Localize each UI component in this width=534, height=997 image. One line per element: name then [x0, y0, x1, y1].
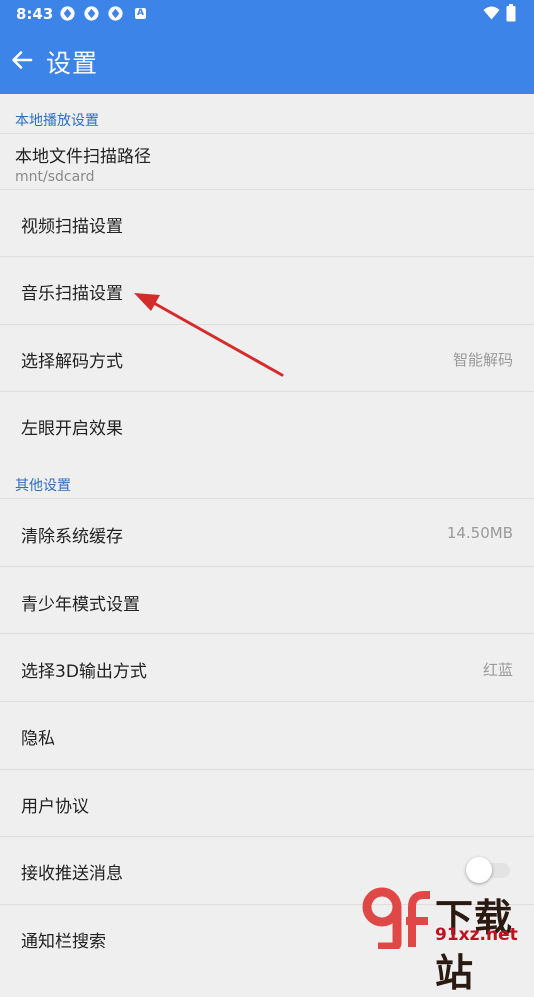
- page-title: 设置: [46, 49, 99, 78]
- list-item-label: 接收推送消息: [21, 864, 123, 884]
- 9f-logo-icon: [362, 887, 430, 949]
- status-bar: 8:43 A: [0, 0, 534, 27]
- notification-icon: [108, 6, 123, 21]
- list-item-label: 选择3D输出方式: [21, 662, 147, 682]
- watermark: 下载站 91xz.net: [362, 885, 534, 995]
- arrow-left-icon[interactable]: [9, 47, 35, 73]
- list-item-value: 智能解码: [452, 351, 513, 369]
- list-item-privacy[interactable]: 隐私: [0, 702, 534, 769]
- list-item-value: 红蓝: [482, 661, 513, 679]
- list-item-music-scan[interactable]: 音乐扫描设置: [0, 257, 534, 324]
- list-item-clear-cache[interactable]: 清除系统缓存 14.50MB: [0, 499, 534, 566]
- list-item-label: 隐私: [21, 729, 55, 749]
- list-item-label: 清除系统缓存: [21, 527, 123, 547]
- list-item-label: 用户协议: [21, 797, 89, 817]
- battery-icon: [506, 4, 516, 22]
- list-item-3d-output[interactable]: 选择3D输出方式 红蓝: [0, 634, 534, 701]
- list-item-decode-mode[interactable]: 选择解码方式 智能解码: [0, 325, 534, 391]
- list-item-label: 选择解码方式: [21, 352, 123, 372]
- divider: [0, 133, 534, 134]
- list-item-label: 本地文件扫描路径: [15, 147, 151, 167]
- list-item-user-agreement[interactable]: 用户协议: [0, 770, 534, 836]
- toggle-thumb: [466, 857, 492, 883]
- list-item-video-scan[interactable]: 视频扫描设置: [0, 190, 534, 256]
- list-item-label: 通知栏搜索: [21, 932, 106, 952]
- push-toggle[interactable]: [466, 857, 513, 883]
- notification-icon: [60, 6, 75, 21]
- list-item-left-eye[interactable]: 左眼开启效果: [0, 392, 534, 458]
- list-item-label: 视频扫描设置: [21, 217, 123, 237]
- a-icon: A: [135, 8, 146, 19]
- section-header-other: 其他设置: [15, 478, 71, 494]
- list-item-label: 青少年模式设置: [21, 595, 140, 615]
- list-item-teen-mode[interactable]: 青少年模式设置: [0, 567, 534, 633]
- list-item-label: 音乐扫描设置: [21, 284, 123, 304]
- list-item-subtitle: mnt/sdcard: [15, 169, 95, 185]
- status-time: 8:43: [16, 5, 54, 23]
- app-bar: 设置: [0, 27, 534, 94]
- wifi-icon: [483, 6, 500, 20]
- list-item-scan-path[interactable]: 本地文件扫描路径 mnt/sdcard: [0, 142, 534, 188]
- list-item-value: 14.50MB: [446, 524, 513, 542]
- watermark-url: 91xz.net: [435, 925, 518, 945]
- notification-icon: [84, 6, 99, 21]
- list-item-label: 左眼开启效果: [21, 419, 123, 439]
- section-header-local: 本地播放设置: [15, 113, 99, 129]
